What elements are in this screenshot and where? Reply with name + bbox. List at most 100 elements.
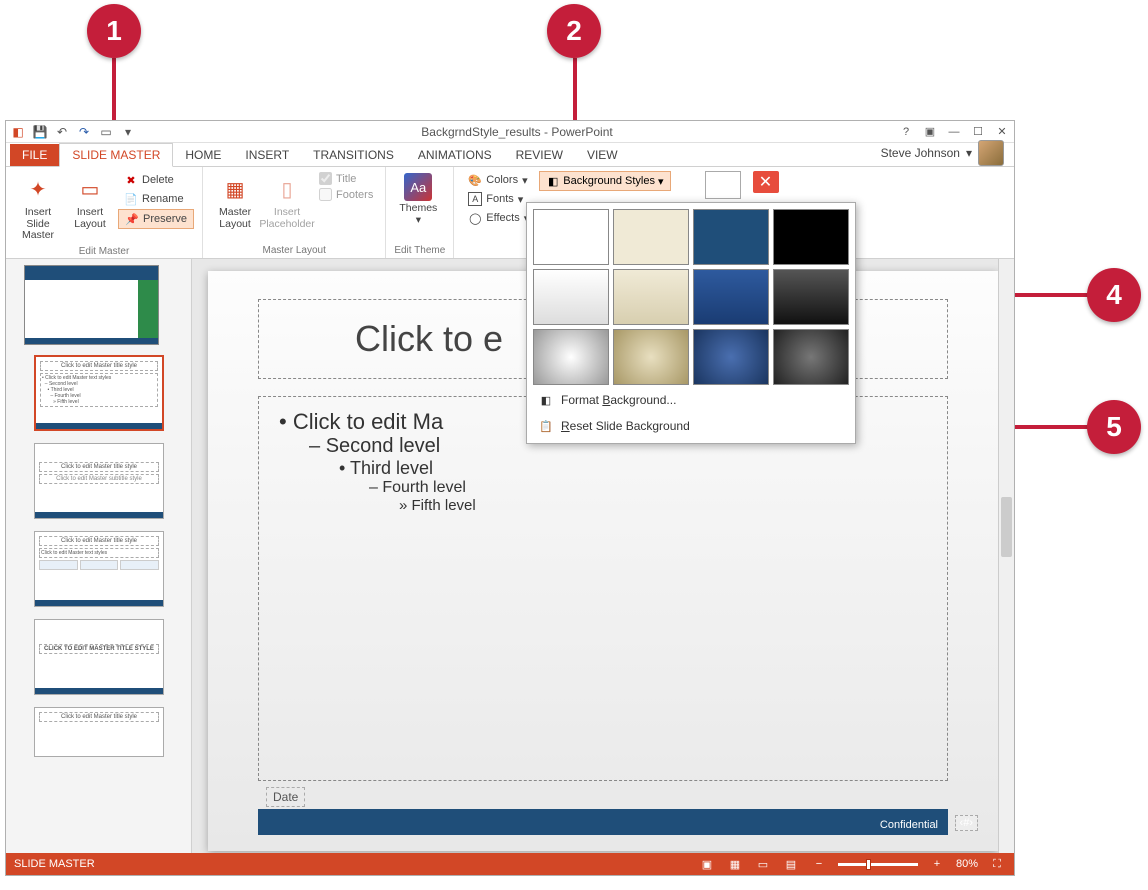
- tab-slide-master[interactable]: SLIDE MASTER: [59, 143, 173, 167]
- fonts-button[interactable]: AFonts ▾: [462, 190, 535, 208]
- zoom-in-icon[interactable]: +: [928, 856, 946, 872]
- help-icon[interactable]: ?: [898, 125, 914, 139]
- bg-style-7[interactable]: [693, 269, 769, 325]
- thumb-title-text: Click to edit Master title style: [40, 361, 158, 371]
- delete-button[interactable]: ✖Delete: [118, 171, 194, 189]
- fit-to-window-icon[interactable]: ⛶: [988, 856, 1006, 872]
- tab-review[interactable]: REVIEW: [504, 144, 575, 166]
- fonts-icon: A: [468, 192, 482, 206]
- reading-view-icon[interactable]: ▭: [754, 856, 772, 872]
- slideshow-icon[interactable]: ▤: [782, 856, 800, 872]
- format-background-item[interactable]: ◧ Format Background...: [533, 389, 849, 411]
- colors-button[interactable]: 🎨Colors ▾: [462, 171, 535, 189]
- zoom-slider-thumb[interactable]: [866, 859, 871, 870]
- thumbnail-pane[interactable]: 2 Click to edit Master title style • Cli…: [6, 259, 192, 853]
- thumb3-title: Click to edit Master title style: [39, 536, 159, 546]
- fonts-label: Fonts: [486, 193, 514, 205]
- body-l3: Third level: [339, 458, 927, 479]
- reset-slide-background-item[interactable]: 📋 Reset Slide Background: [533, 415, 849, 437]
- tab-transitions[interactable]: TRANSITIONS: [301, 144, 406, 166]
- footers-checkbox[interactable]: Footers: [315, 187, 377, 202]
- thumbnail-layout-5[interactable]: Click to edit Master title style: [34, 707, 164, 757]
- tab-view[interactable]: VIEW: [575, 144, 630, 166]
- preserve-button[interactable]: 📌Preserve: [118, 209, 194, 229]
- preserve-icon: 📌: [125, 212, 139, 226]
- thumbnail-layout-3[interactable]: Click to edit Master title style Click t…: [34, 531, 164, 607]
- bg-style-1[interactable]: [533, 209, 609, 265]
- body-l4: Fourth level: [369, 479, 927, 497]
- tab-home[interactable]: HOME: [173, 144, 233, 166]
- slide-size-button[interactable]: [705, 171, 741, 199]
- qat-customize-icon[interactable]: ▾: [120, 124, 136, 140]
- close-icon[interactable]: ✕: [994, 125, 1010, 139]
- vertical-scrollbar[interactable]: [998, 259, 1014, 853]
- bg-style-3[interactable]: [693, 209, 769, 265]
- maximize-icon[interactable]: ☐: [970, 125, 986, 139]
- footers-checkbox-label: Footers: [336, 189, 373, 201]
- bg-style-8[interactable]: [773, 269, 849, 325]
- thumb2-sub: Click to edit Master subtitle style: [39, 474, 159, 484]
- window-controls: ? ▣ — ☐ ✕: [898, 125, 1010, 139]
- zoom-slider[interactable]: [838, 863, 918, 866]
- insert-layout-button[interactable]: ▭ Insert Layout: [66, 171, 114, 244]
- rename-button[interactable]: 📄Rename: [118, 190, 194, 208]
- ribbon-tabs: FILE SLIDE MASTER HOME INSERT TRANSITION…: [6, 143, 1014, 167]
- group-edit-theme: Aa Themes▾ Edit Theme: [386, 167, 454, 258]
- zoom-out-icon[interactable]: −: [810, 856, 828, 872]
- body-placeholder[interactable]: Click to edit Ma Second level Third leve…: [258, 396, 948, 781]
- status-mode: SLIDE MASTER: [14, 858, 95, 870]
- bg-style-2[interactable]: [613, 209, 689, 265]
- title-checkbox[interactable]: Title: [315, 171, 377, 186]
- bg-style-11[interactable]: [693, 329, 769, 385]
- bg-style-6[interactable]: [613, 269, 689, 325]
- undo-icon[interactable]: ↶: [54, 124, 70, 140]
- insert-slide-master-button[interactable]: ✦ Insert Slide Master: [14, 171, 62, 244]
- rename-icon: 📄: [124, 192, 138, 206]
- title-checkbox-input[interactable]: [319, 172, 332, 185]
- user-dropdown-icon[interactable]: ▾: [966, 146, 972, 160]
- footers-checkbox-input[interactable]: [319, 188, 332, 201]
- background-styles-icon: ◧: [546, 174, 560, 188]
- thumbnail-layout-2[interactable]: Click to edit Master title style Click t…: [34, 443, 164, 519]
- app-icon: ◧: [10, 124, 26, 140]
- master-layout-icon: ▦: [219, 173, 251, 205]
- minimize-icon[interactable]: —: [946, 125, 962, 139]
- start-from-beginning-icon[interactable]: ▭: [98, 124, 114, 140]
- tab-insert[interactable]: INSERT: [233, 144, 301, 166]
- redo-icon[interactable]: ↷: [76, 124, 92, 140]
- thumbnail-layout-4[interactable]: CLICK TO EDIT MASTER TITLE STYLE: [34, 619, 164, 695]
- group-master-layout: ▦ Master Layout ▯ Insert Placeholder Tit…: [203, 167, 386, 258]
- background-styles-button[interactable]: ◧Background Styles ▾: [539, 171, 670, 191]
- normal-view-icon[interactable]: ▣: [698, 856, 716, 872]
- bg-style-10[interactable]: [613, 329, 689, 385]
- master-layout-button[interactable]: ▦ Master Layout: [211, 171, 259, 243]
- close-master-button[interactable]: ✕: [753, 171, 779, 193]
- thumbnail-layout-1[interactable]: Click to edit Master title style • Click…: [34, 355, 164, 431]
- tab-animations[interactable]: ANIMATIONS: [406, 144, 504, 166]
- user-name: Steve Johnson: [881, 146, 960, 160]
- effects-icon: ◯: [468, 211, 482, 225]
- group-edit-theme-label: Edit Theme: [394, 243, 445, 256]
- bg-style-5[interactable]: [533, 269, 609, 325]
- statusbar: SLIDE MASTER ▣ ▦ ▭ ▤ − + 80% ⛶: [6, 853, 1014, 875]
- slide-number-placeholder[interactable]: ‹#›: [955, 815, 978, 831]
- bg-style-9[interactable]: [533, 329, 609, 385]
- themes-button[interactable]: Aa Themes▾: [394, 171, 442, 243]
- bg-style-12[interactable]: [773, 329, 849, 385]
- scrollbar-thumb[interactable]: [1001, 497, 1012, 557]
- bg-style-4[interactable]: [773, 209, 849, 265]
- slide-sorter-icon[interactable]: ▦: [726, 856, 744, 872]
- account-area[interactable]: Steve Johnson ▾: [881, 140, 1004, 166]
- effects-button[interactable]: ◯Effects ▾: [462, 209, 535, 227]
- insert-slide-master-label: Insert Slide Master: [16, 207, 60, 242]
- tab-file[interactable]: FILE: [10, 144, 59, 166]
- date-placeholder[interactable]: Date: [266, 787, 305, 807]
- avatar[interactable]: [978, 140, 1004, 166]
- thumb5-title: Click to edit Master title style: [39, 712, 159, 722]
- colors-icon: 🎨: [468, 173, 482, 187]
- zoom-percent[interactable]: 80%: [956, 858, 978, 870]
- thumbnail-master[interactable]: [24, 265, 159, 345]
- insert-placeholder-button[interactable]: ▯ Insert Placeholder: [263, 171, 311, 243]
- ribbon-options-icon[interactable]: ▣: [922, 125, 938, 139]
- save-icon[interactable]: 💾: [32, 124, 48, 140]
